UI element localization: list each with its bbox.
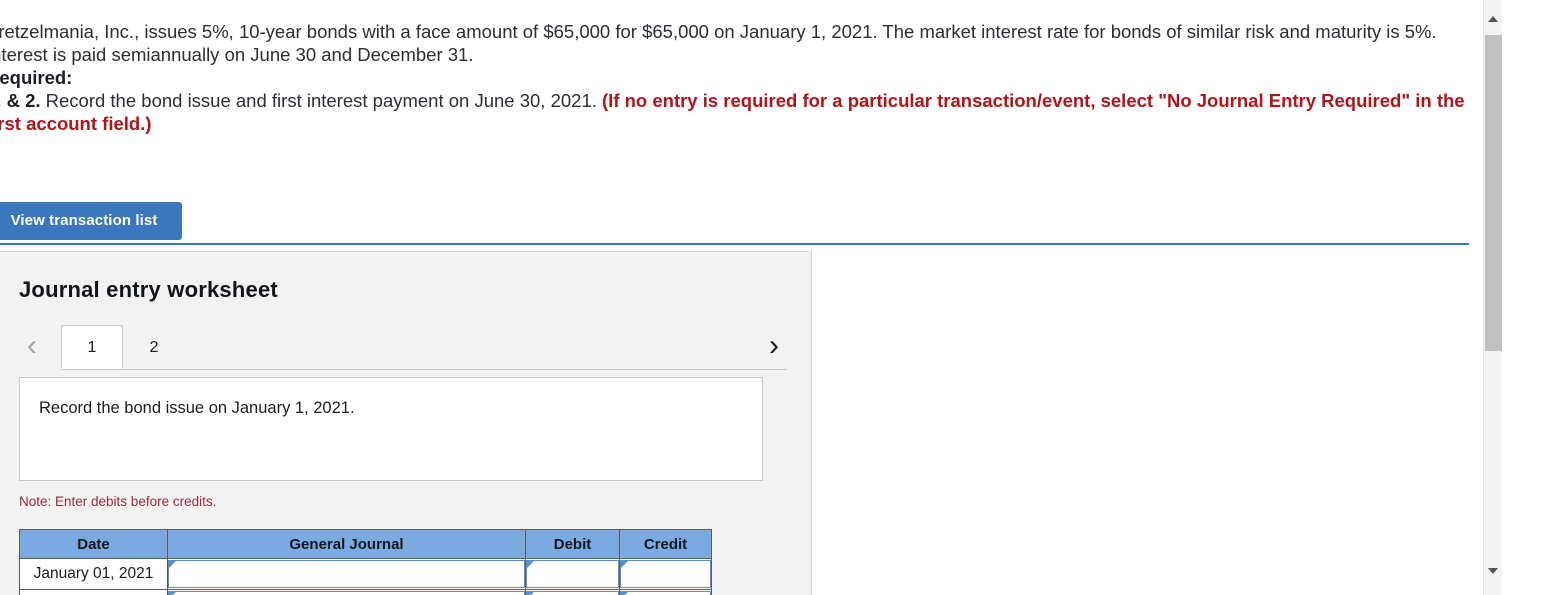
worksheet-title: Journal entry worksheet [19, 277, 278, 302]
page-viewport: Pretzelmania, Inc., issues 5%, 10-year b… [0, 0, 1483, 595]
right-margin [1502, 0, 1568, 595]
chevron-left-icon[interactable]: ‹ [19, 331, 45, 363]
journal-entry-worksheet-panel: Journal entry worksheet ‹ 12 › Record th… [0, 251, 812, 595]
worksheet-tab-2[interactable]: 2 [123, 325, 185, 369]
table-header-row: Date General Journal Debit Credit [19, 529, 712, 559]
view-transaction-list-button[interactable]: View transaction list [0, 202, 182, 240]
table-row [19, 589, 712, 595]
triangle-down-icon[interactable] [1484, 562, 1503, 581]
row-general-journal-cell[interactable] [167, 558, 526, 590]
required-label: Required: [0, 67, 73, 88]
row-credit-cell[interactable] [619, 558, 712, 590]
worksheet-tabs: 12 [61, 325, 185, 370]
vertical-scrollbar[interactable] [1483, 0, 1502, 595]
debit-input-row-1[interactable] [526, 560, 619, 588]
entry-description-text: Record the bond issue on January 1, 2021… [39, 399, 355, 417]
row-debit-cell[interactable] [525, 558, 620, 590]
requirement-line: 1. & 2. Record the bond issue and first … [0, 89, 1483, 135]
debits-before-credits-note: Note: Enter debits before credits. [19, 494, 217, 509]
column-header-general-journal: General Journal [167, 529, 526, 559]
row-date-cell: January 01, 2021 [19, 558, 168, 590]
row-general-journal-cell[interactable] [167, 589, 526, 595]
triangle-up-icon[interactable] [1484, 10, 1503, 29]
debit-input-row-2[interactable] [526, 591, 619, 595]
general-journal-input-row-2[interactable] [168, 591, 525, 595]
entry-description-box: Record the bond issue on January 1, 2021… [19, 377, 763, 481]
column-header-credit: Credit [619, 529, 712, 559]
general-journal-input-row-1[interactable] [168, 560, 525, 588]
worksheet-tab-1[interactable]: 1 [61, 325, 123, 369]
row-credit-cell[interactable] [619, 589, 712, 595]
action-bar-underline [0, 243, 1469, 245]
requirement-number: 1. & 2. [0, 90, 41, 111]
row-debit-cell[interactable] [525, 589, 620, 595]
requirement-text: Record the bond issue and first interest… [40, 90, 603, 111]
column-header-debit: Debit [525, 529, 620, 559]
row-date-cell [19, 589, 168, 595]
scrollbar-thumb[interactable] [1485, 35, 1502, 351]
table-row: January 01, 2021 [19, 558, 712, 590]
credit-input-row-2[interactable] [620, 591, 711, 595]
problem-statement: Pretzelmania, Inc., issues 5%, 10-year b… [0, 0, 1483, 135]
action-bar: View transaction list [0, 202, 1469, 245]
column-header-date: Date [19, 529, 168, 559]
problem-paragraph: Pretzelmania, Inc., issues 5%, 10-year b… [0, 21, 1437, 65]
worksheet-tabstrip: ‹ 12 › [19, 325, 787, 370]
credit-input-row-1[interactable] [620, 560, 711, 588]
chevron-right-icon[interactable]: › [761, 331, 787, 363]
page-content: Pretzelmania, Inc., issues 5%, 10-year b… [0, 0, 1483, 595]
journal-entry-table: Date General Journal Debit Credit Januar… [19, 529, 712, 595]
